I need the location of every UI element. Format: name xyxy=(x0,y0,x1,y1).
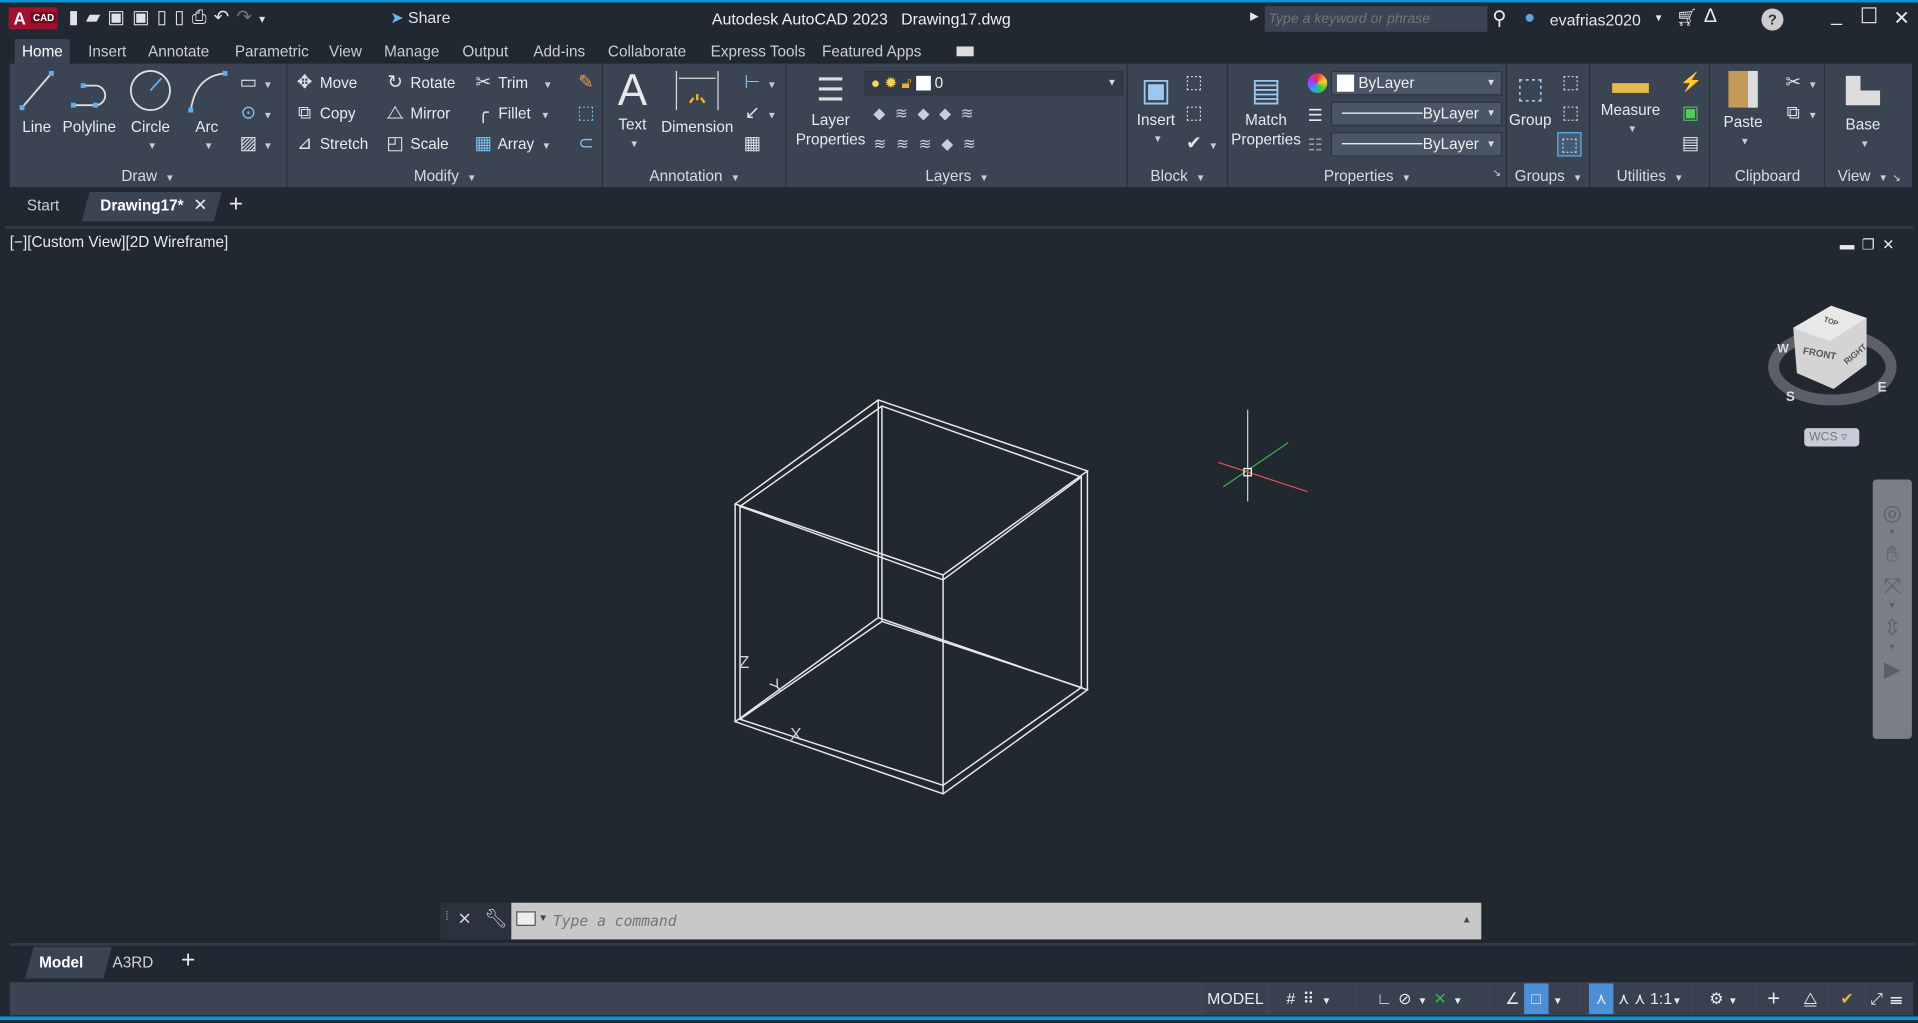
compass-s: S xyxy=(1786,389,1795,404)
cursor-y-axis xyxy=(1222,442,1289,488)
ucs-menu-button[interactable]: WCS ▿ xyxy=(1804,428,1860,447)
status-bar: MODEL #⠿▼ ∟⊘▼✕▼ ∠ □ ▼ ⋏ ⋏ ⋏ 1:1▼ ⚙ ▼ + ⧋… xyxy=(9,982,1914,1016)
command-line-handle[interactable]: ⁞ ✕ 🔧︎ xyxy=(440,902,512,940)
snap-dropdown-icon[interactable]: ▼ xyxy=(1322,996,1339,1007)
steering-wheel-icon[interactable]: ◎ xyxy=(1873,497,1912,529)
grip-icon[interactable]: ⁞ xyxy=(445,910,448,923)
grid-icon[interactable]: # xyxy=(1286,990,1302,1008)
selection-cycling-icon[interactable]: □ xyxy=(1523,983,1549,1015)
model-space: Z Y X FRONT RIGHT TOP W S E xyxy=(733,305,1897,795)
axis-x-label: X xyxy=(790,725,802,744)
command-history-icon[interactable]: ▲ xyxy=(1462,914,1472,925)
showmotion-icon[interactable]: ▶ xyxy=(1873,653,1912,685)
navigation-bar: ◎ ▼ ✋︎ ⤧ ▼ ⇳ ▼ ▶ xyxy=(1872,479,1912,739)
ortho-icon[interactable]: ∟ xyxy=(1376,990,1398,1008)
annotation-monitor-icon[interactable]: + xyxy=(1756,983,1791,1015)
layout-tabs: Model A3RD + xyxy=(9,943,1916,979)
gear-icon: ⚙ xyxy=(1709,989,1724,1008)
close-command-icon[interactable]: ✕ xyxy=(457,909,471,930)
compass-e: E xyxy=(1878,379,1887,394)
orbit-icon[interactable]: ⇳ xyxy=(1873,612,1912,644)
model-space-button[interactable]: MODEL xyxy=(1204,983,1267,1015)
viewcube: FRONT RIGHT TOP W S E xyxy=(1768,305,1897,406)
annotation-visibility-icon[interactable]: ⋏ xyxy=(1588,983,1614,1015)
command-prompt-icon[interactable] xyxy=(516,911,536,926)
autoscale-icon[interactable]: ⋏ xyxy=(1618,990,1630,1008)
osnap-group: ∠ □ ▼ xyxy=(1489,983,1578,1015)
compass-w: W xyxy=(1777,341,1789,355)
drawing-viewport[interactable]: [−][Custom View][2D Wireframe] ▬❐✕ Z Y X… xyxy=(4,226,1914,942)
fullscreen-group: ⤢☰ xyxy=(1866,983,1914,1015)
axis-z-label: Z xyxy=(739,653,749,672)
annotation-group: ⋏ ⋏ ⋏ 1:1▼ xyxy=(1580,983,1691,1015)
workspace-button[interactable]: ⚙ ▼ xyxy=(1692,983,1755,1015)
command-input[interactable] xyxy=(552,908,1434,934)
zoom-extents-icon[interactable]: ⤧ xyxy=(1873,570,1912,602)
annotation-scale-icon[interactable]: ⋏ xyxy=(1634,990,1646,1008)
drafting-group: ∟⊘▼✕▼ xyxy=(1357,983,1488,1015)
pan-icon[interactable]: ✋︎ xyxy=(1873,538,1912,570)
grid-snap-group: #⠿▼ xyxy=(1269,983,1356,1015)
snap-icon[interactable]: ⠿ xyxy=(1303,990,1322,1008)
clean-screen-icon[interactable]: ⤢ xyxy=(1870,990,1890,1008)
cursor-x-axis xyxy=(1218,461,1308,493)
dynamic-input-icon[interactable]: ∠ xyxy=(1505,990,1519,1008)
polar-icon[interactable]: ⊘ xyxy=(1398,990,1417,1008)
tab-model[interactable]: Model xyxy=(39,954,83,971)
new-layout-icon[interactable]: + xyxy=(181,947,195,975)
isolate-objects-icon[interactable]: ⧋ xyxy=(1793,983,1828,1015)
graphics-performance-icon[interactable]: ✔ xyxy=(1829,983,1865,1015)
tab-a3rd[interactable]: A3RD xyxy=(113,954,154,971)
ucs-label: WCS xyxy=(1809,430,1838,445)
osnap-tracking-icon[interactable]: ✕ xyxy=(1433,990,1452,1008)
crosshair-cursor xyxy=(1218,409,1308,502)
customization-menu-icon[interactable]: ☰ xyxy=(1890,990,1909,1008)
command-input-box[interactable]: ▼ ▲ xyxy=(511,902,1482,940)
customize-wrench-icon[interactable]: 🔧︎ xyxy=(484,908,507,930)
annotation-scale[interactable]: 1:1 xyxy=(1650,990,1672,1008)
box-wireframe xyxy=(733,399,1090,795)
command-line: ⁞ ✕ 🔧︎ ▼ ▲ xyxy=(440,902,1482,940)
